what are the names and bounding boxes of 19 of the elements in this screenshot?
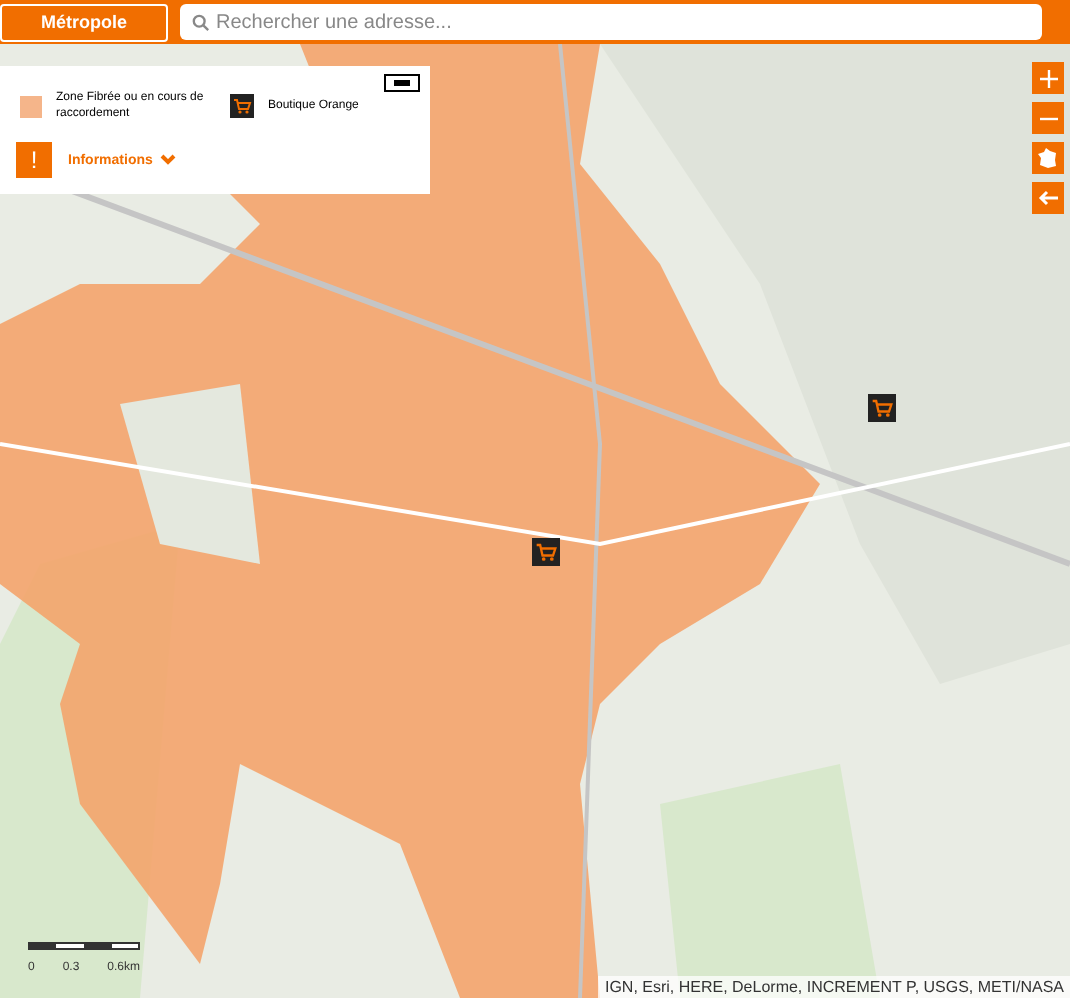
- collapse-button[interactable]: [384, 74, 420, 92]
- minus-icon: [394, 80, 410, 86]
- alert-icon: !: [16, 142, 52, 178]
- france-map-icon: [1038, 148, 1058, 168]
- arrow-left-icon: [1038, 190, 1058, 206]
- map-attribution: IGN, Esri, HERE, DeLorme, INCREMENT P, USGS, METI/NASA: [598, 976, 1070, 998]
- search-icon: [192, 13, 210, 31]
- zoom-out-button[interactable]: [1032, 102, 1064, 134]
- shopping-cart-icon: [230, 94, 254, 118]
- shopping-cart-icon: [532, 538, 560, 566]
- scale-bar: [28, 942, 140, 950]
- back-button[interactable]: [1032, 182, 1064, 214]
- plus-icon: [1039, 69, 1057, 87]
- chevron-down-icon: [160, 154, 177, 166]
- country-map-button[interactable]: [1032, 142, 1064, 174]
- zoom-in-button[interactable]: [1032, 62, 1064, 94]
- region-button[interactable]: Métropole: [0, 3, 168, 41]
- shopping-cart-icon: [868, 394, 896, 422]
- search-field[interactable]: Rechercher une adresse...: [180, 4, 1042, 40]
